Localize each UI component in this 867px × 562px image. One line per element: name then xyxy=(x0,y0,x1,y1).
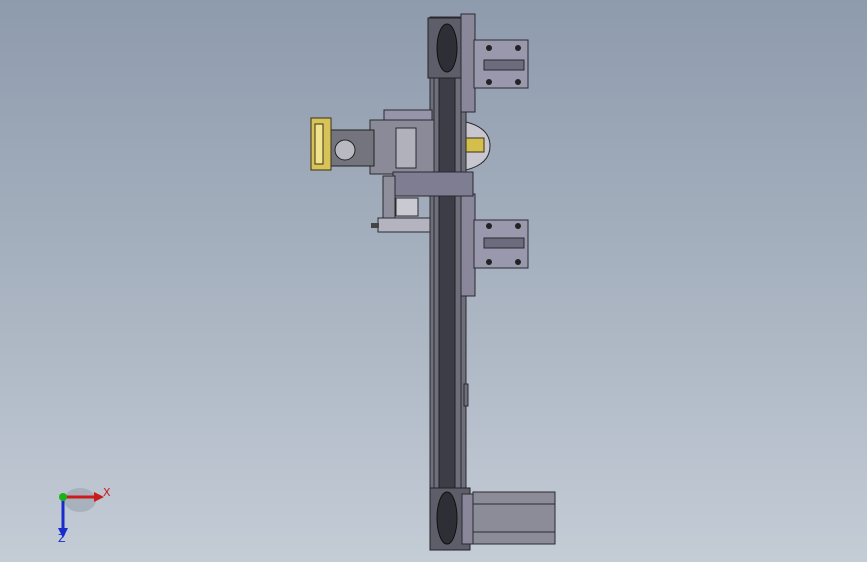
gripper-pivot xyxy=(334,139,356,161)
bolt-icon xyxy=(486,259,492,265)
upper-mount-slot xyxy=(483,59,525,71)
bolt-icon xyxy=(515,45,521,51)
cylinder-bracket[interactable] xyxy=(382,175,396,221)
bottom-pulley[interactable] xyxy=(436,491,458,545)
belt-strip[interactable] xyxy=(438,21,456,548)
cross-beam[interactable] xyxy=(392,171,474,197)
lower-mount-slot xyxy=(483,237,525,249)
motor-mount[interactable] xyxy=(461,493,475,545)
servo-motor[interactable] xyxy=(472,491,556,545)
bolt-icon xyxy=(486,79,492,85)
cylinder-port xyxy=(371,223,379,228)
bolt-icon xyxy=(486,223,492,229)
carriage-inner xyxy=(395,127,417,169)
x-axis-label: X xyxy=(103,486,111,499)
cad-assembly-model[interactable] xyxy=(0,0,867,562)
bolt-icon xyxy=(515,79,521,85)
cylinder-head[interactable] xyxy=(395,197,419,217)
gripper-jaw-inner xyxy=(314,123,324,165)
graphics-viewport[interactable]: X Z xyxy=(0,0,867,562)
bolt-icon xyxy=(515,259,521,265)
sensor-core xyxy=(465,137,485,153)
rail-slot xyxy=(463,383,469,407)
y-axis-dot xyxy=(59,493,67,501)
mid-right-plate[interactable] xyxy=(460,193,476,297)
top-pulley[interactable] xyxy=(436,23,458,73)
z-axis-label: Z xyxy=(58,532,66,545)
top-right-plate[interactable] xyxy=(460,13,476,113)
bolt-icon xyxy=(515,223,521,229)
triad-shadow xyxy=(64,488,96,512)
linear-cylinder[interactable] xyxy=(377,217,431,233)
bolt-icon xyxy=(486,45,492,51)
